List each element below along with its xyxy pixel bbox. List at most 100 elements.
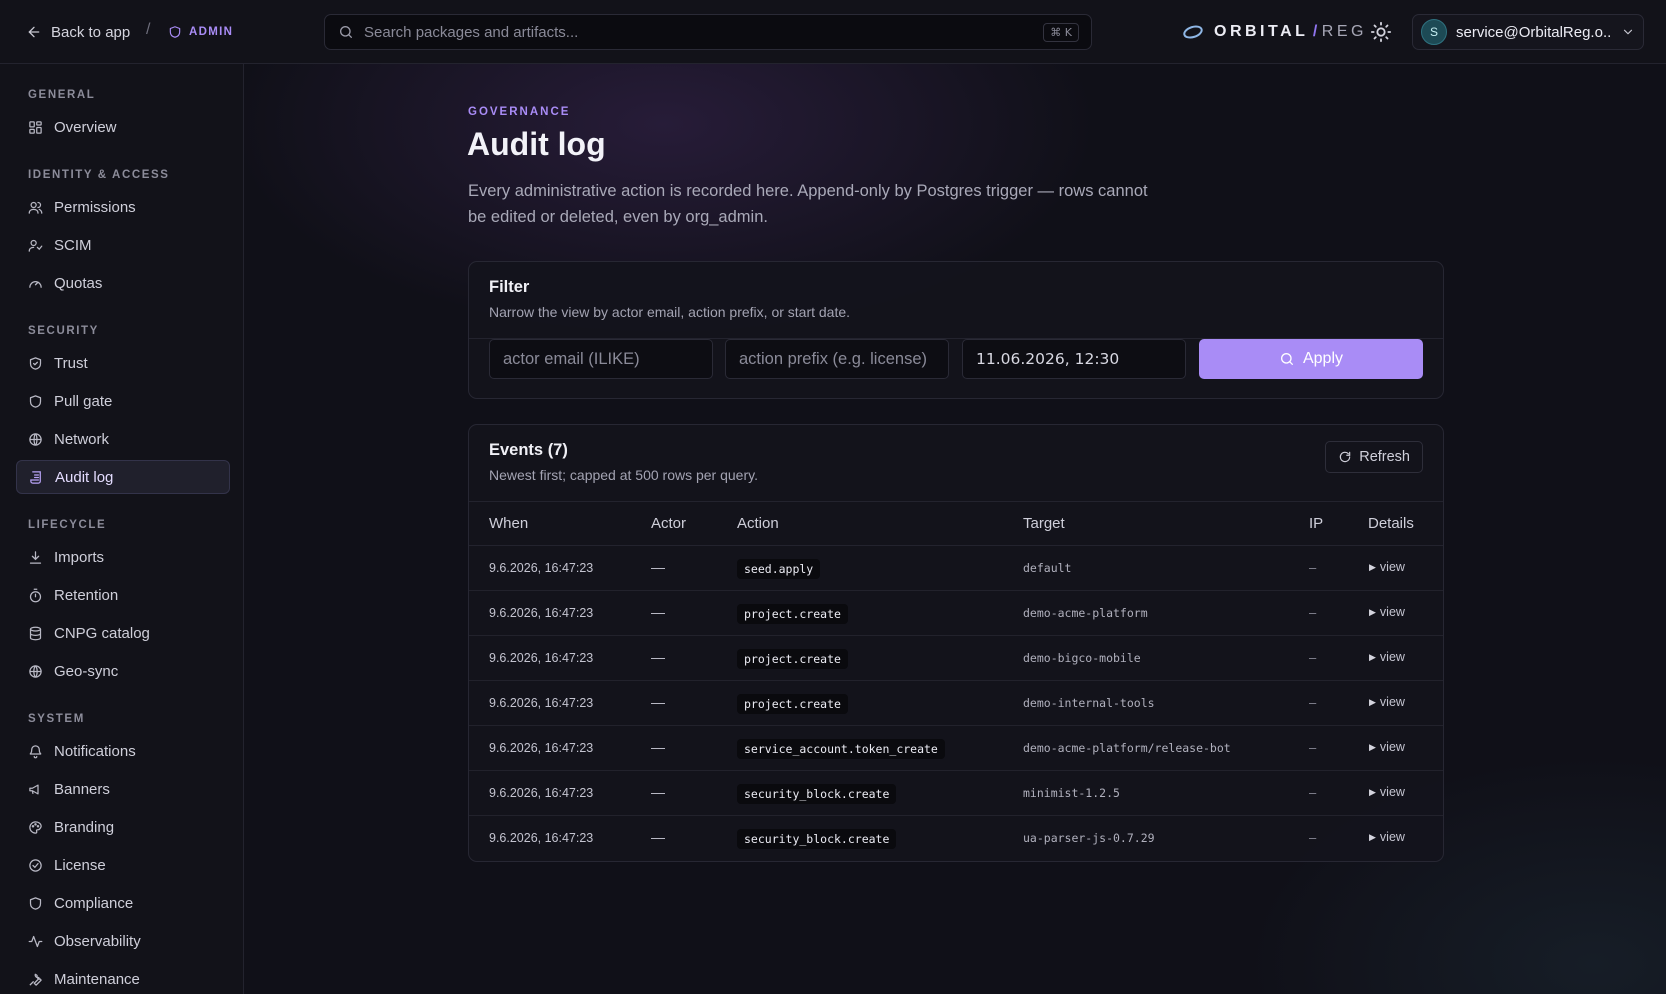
theme-toggle-button[interactable] [1370, 21, 1392, 43]
column-header-details[interactable]: Details [1368, 515, 1414, 532]
sidebar-item-label: Audit log [55, 468, 114, 486]
table-row: 9.6.2026, 16:47:23 — security_block.crea… [469, 816, 1443, 861]
cell-when: 9.6.2026, 16:47:23 [489, 606, 594, 620]
caret-right-icon: ▶ [1369, 786, 1376, 797]
cell-target: default [1023, 561, 1072, 575]
table-row: 9.6.2026, 16:47:23 — security_block.crea… [469, 771, 1443, 816]
cell-ip: – [1309, 605, 1317, 620]
back-to-app-label: Back to app [51, 23, 131, 41]
timer-icon [29, 588, 42, 602]
sidebar-item-pull-gate[interactable]: Pull gate [16, 384, 230, 418]
view-details-toggle[interactable]: ▶ view [1369, 650, 1405, 664]
filter-subtitle: Narrow the view by actor email, action p… [489, 304, 851, 320]
apply-label: Apply [1302, 350, 1344, 367]
user-menu-button[interactable]: S service@OrbitalReg.o... [1412, 14, 1644, 50]
section-eyebrow: GOVERNANCE [468, 106, 571, 118]
user-email: service@OrbitalReg.o... [1456, 23, 1612, 41]
cell-action: seed.apply [737, 559, 821, 579]
page-title: Audit log [467, 126, 606, 162]
sidebar-item-label: Imports [54, 548, 105, 566]
sidebar-item-label: Banners [54, 780, 110, 798]
sidebar-item-label: Trust [54, 354, 88, 372]
sidebar-item-cnpg-catalog[interactable]: CNPG catalog [16, 616, 230, 650]
sidebar-item-imports[interactable]: Imports [16, 540, 230, 574]
sidebar-item-branding[interactable]: Branding [16, 810, 230, 844]
sidebar-item-network[interactable]: Network [16, 422, 230, 456]
view-label: view [1379, 695, 1405, 709]
apply-button[interactable]: Apply [1199, 339, 1423, 379]
breadcrumb-separator: / [146, 21, 151, 38]
sidebar-item-overview[interactable]: Overview [16, 110, 230, 144]
view-details-toggle[interactable]: ▶ view [1369, 605, 1405, 619]
cell-actor: — [651, 604, 665, 620]
table-header: When Actor Action Target IP Details [469, 501, 1443, 546]
cell-target: ua-parser-js-0.7.29 [1023, 831, 1155, 845]
sidebar-item-quotas[interactable]: Quotas [16, 266, 230, 300]
search-input[interactable] [364, 23, 1024, 41]
cell-actor: — [651, 739, 665, 755]
search-bar[interactable]: ⌘ K [324, 14, 1092, 50]
sidebar-item-banners[interactable]: Banners [16, 772, 230, 806]
view-details-toggle[interactable]: ▶ view [1369, 785, 1405, 799]
view-details-toggle[interactable]: ▶ view [1369, 740, 1405, 754]
back-to-app-link[interactable]: Back to app [26, 20, 130, 44]
start-date-input[interactable] [962, 339, 1186, 379]
table-row: 9.6.2026, 16:47:23 — project.create demo… [469, 681, 1443, 726]
sidebar-item-retention[interactable]: Retention [16, 578, 230, 612]
badge-check-icon [29, 858, 42, 872]
view-label: view [1379, 785, 1405, 799]
user-sync-icon [28, 239, 43, 252]
caret-right-icon: ▶ [1369, 606, 1376, 617]
view-label: view [1379, 740, 1405, 754]
cell-ip: – [1309, 695, 1317, 710]
brand-sub: REG [1321, 23, 1367, 40]
caret-right-icon: ▶ [1369, 561, 1376, 572]
sidebar-item-label: Permissions [54, 198, 136, 216]
caret-right-icon: ▶ [1369, 831, 1376, 842]
sidebar-item-trust[interactable]: Trust [16, 346, 230, 380]
download-icon [29, 550, 42, 564]
cell-when: 9.6.2026, 16:47:23 [489, 696, 594, 710]
arrow-left-icon [28, 26, 40, 38]
cell-action: security_block.create [737, 829, 897, 849]
sidebar-item-scim[interactable]: SCIM [16, 228, 230, 262]
cell-when: 9.6.2026, 16:47:23 [489, 651, 594, 665]
caret-right-icon: ▶ [1369, 651, 1376, 662]
action-prefix-input[interactable] [725, 339, 949, 379]
column-header-ip[interactable]: IP [1309, 515, 1323, 532]
shield-check-icon [29, 356, 42, 370]
view-label: view [1379, 560, 1405, 574]
column-header-target[interactable]: Target [1023, 515, 1065, 532]
admin-badge: ADMIN [168, 22, 233, 42]
refresh-button[interactable]: Refresh [1325, 441, 1423, 473]
sidebar-item-maintenance[interactable]: Maintenance [16, 962, 230, 994]
cell-ip: – [1309, 785, 1317, 800]
actor-email-input[interactable] [489, 339, 713, 379]
sidebar-item-notifications[interactable]: Notifications [16, 734, 230, 768]
brand-name: ORBITAL [1214, 23, 1309, 40]
view-details-toggle[interactable]: ▶ view [1369, 560, 1405, 574]
cell-action: project.create [737, 649, 848, 669]
sidebar-item-label: SCIM [54, 236, 92, 254]
sidebar-item-license[interactable]: License [16, 848, 230, 882]
column-header-actor[interactable]: Actor [651, 515, 686, 532]
sidebar-item-permissions[interactable]: Permissions [16, 190, 230, 224]
avatar: S [1421, 19, 1447, 45]
sidebar-section-lifecycle: LIFECYCLE [28, 519, 107, 531]
sidebar-item-compliance[interactable]: Compliance [16, 886, 230, 920]
sidebar-item-label: Network [54, 430, 110, 448]
refresh-icon [1340, 451, 1351, 463]
view-details-toggle[interactable]: ▶ view [1369, 695, 1405, 709]
megaphone-icon [29, 784, 39, 794]
view-label: view [1379, 830, 1405, 844]
view-details-toggle[interactable]: ▶ view [1369, 830, 1405, 844]
cell-target: demo-internal-tools [1023, 696, 1155, 710]
database-icon [29, 626, 42, 640]
sidebar-item-audit-log[interactable]: Audit log [16, 460, 230, 494]
sidebar-item-geo-sync[interactable]: Geo-sync [16, 654, 230, 688]
sidebar-item-observability[interactable]: Observability [16, 924, 230, 958]
column-header-action[interactable]: Action [737, 515, 779, 532]
palette-icon [29, 820, 42, 834]
sun-icon [1370, 21, 1392, 43]
column-header-when[interactable]: When [489, 515, 528, 532]
